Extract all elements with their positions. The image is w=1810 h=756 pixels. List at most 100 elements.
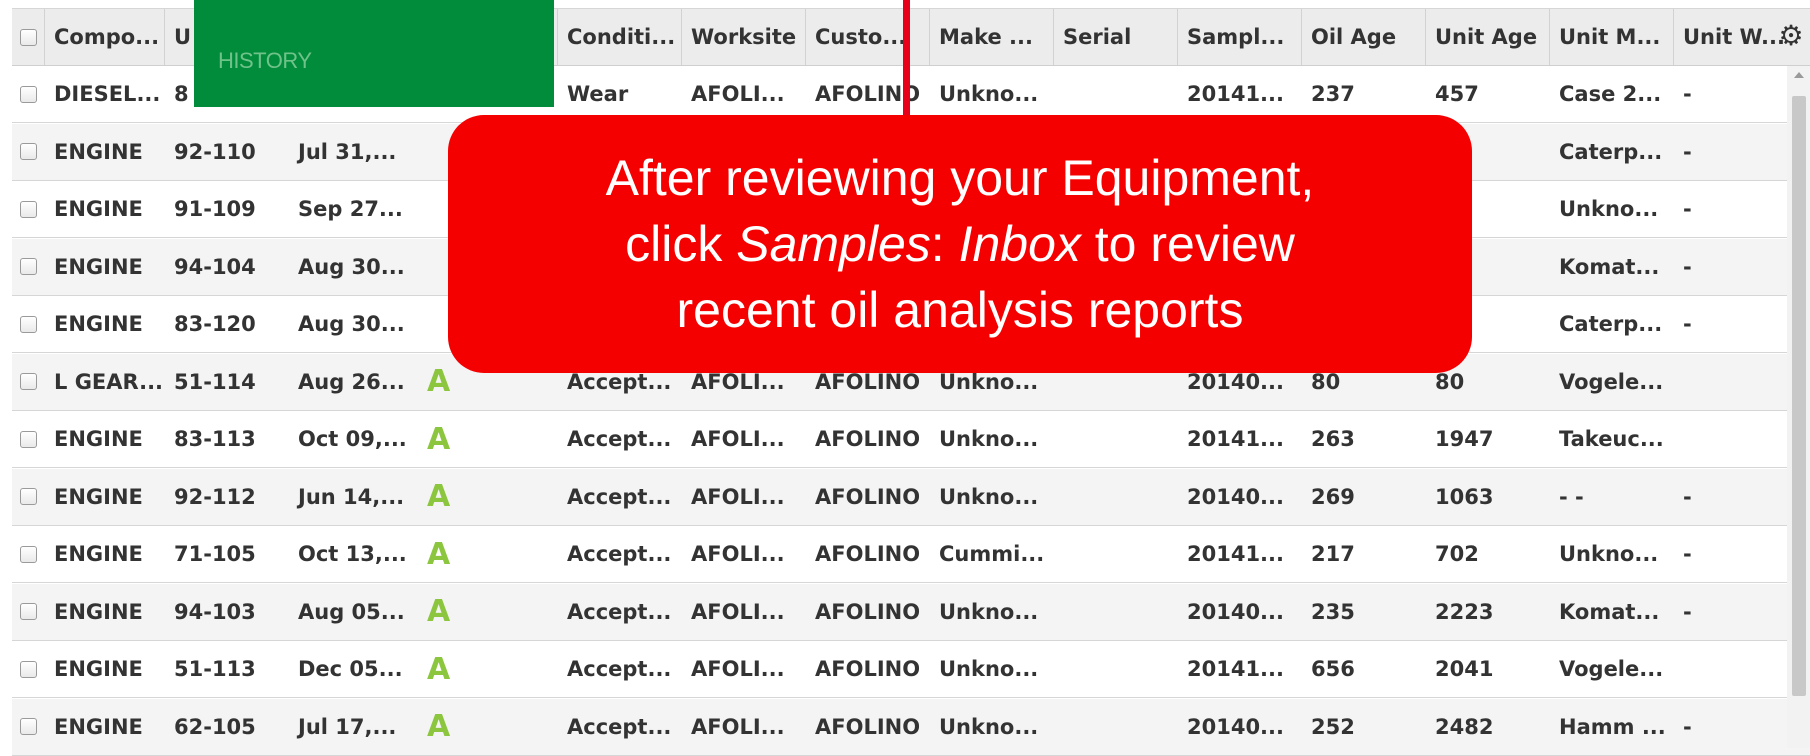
checkbox-icon[interactable] [20, 430, 37, 448]
table-row[interactable]: ENGINE 92-112 Jun 14,... A Accept... AFOLI...… [12, 468, 1810, 526]
gear-icon[interactable]: ⚙ [1778, 22, 1804, 50]
cell-oil-age: 235 [1311, 599, 1355, 624]
cell-sample: 20141... [1187, 82, 1284, 106]
checkbox-icon[interactable] [20, 143, 37, 160]
col-condition[interactable]: Conditi... [558, 9, 682, 65]
cell-date: Oct 09,... [298, 427, 407, 451]
col-component[interactable]: Compo... [45, 9, 165, 65]
checkbox-icon[interactable] [20, 545, 37, 563]
grade-a-icon: A [427, 479, 451, 514]
cell-worksite: AFOLI... [691, 484, 785, 509]
cell-unit-w: - [1683, 714, 1692, 739]
row-select-cell[interactable] [12, 181, 45, 237]
callout-line-1: After reviewing your Equipment, [605, 150, 1315, 206]
checkbox-icon[interactable] [20, 28, 37, 46]
cell-unit-make: Vogele... [1559, 657, 1664, 681]
grade-a-icon: A [427, 421, 451, 457]
col-worksite[interactable]: Worksite [682, 9, 806, 65]
scroll-up-icon[interactable] [1794, 72, 1804, 78]
cell-make: Unkno... [939, 82, 1039, 106]
table-row[interactable]: ENGINE 71-105 Oct 13,... A Accept... AFOLI...… [12, 526, 1810, 583]
cell-unit-age: 2223 [1435, 599, 1494, 624]
cell-unit: 71-105 [174, 542, 256, 566]
history-tab[interactable]: HISTORY [194, 0, 554, 107]
row-select-cell[interactable] [12, 239, 45, 295]
cell-condition: Accept... [567, 657, 672, 681]
scrollbar-thumb[interactable] [1792, 96, 1806, 696]
cell-unit-age: 1947 [1435, 427, 1494, 451]
vertical-scrollbar[interactable] [1787, 66, 1810, 748]
row-select-cell[interactable] [12, 354, 45, 410]
tutorial-callout: After reviewing your Equipment, click Sa… [448, 115, 1472, 373]
col-oil-age[interactable]: Oil Age [1302, 9, 1426, 65]
checkbox-icon[interactable] [20, 718, 37, 735]
checkbox-icon[interactable] [20, 488, 37, 505]
table-row[interactable]: ENGINE 62-105 Jul 17,... A Accept... AFOLI...… [12, 698, 1810, 756]
cell-unit-w: - [1683, 542, 1692, 566]
checkbox-icon[interactable] [20, 315, 37, 333]
col-make[interactable]: Make ... [930, 9, 1054, 65]
row-select-cell[interactable] [12, 526, 45, 582]
cell-oil-age: 269 [1311, 484, 1355, 509]
cell-component: DIESEL... [54, 82, 161, 106]
cell-component: ENGINE [54, 599, 143, 624]
checkbox-icon[interactable] [20, 85, 37, 103]
cell-date: Aug 30... [298, 312, 405, 336]
row-select-cell[interactable] [12, 296, 45, 352]
cell-unit-make: Caterp... [1559, 139, 1663, 164]
checkbox-icon[interactable] [20, 603, 37, 620]
cell-unit: 51-113 [174, 657, 256, 681]
checkbox-icon[interactable] [20, 200, 37, 218]
cell-condition: Wear [567, 82, 629, 106]
cell-unit: 94-104 [174, 254, 256, 279]
cell-customer: AFOLINO [815, 82, 921, 106]
cell-date: Oct 13,... [298, 542, 407, 566]
cell-unit-age: 702 [1435, 542, 1479, 566]
row-select-cell[interactable] [12, 124, 45, 180]
row-select-cell[interactable] [12, 66, 45, 122]
row-select-cell[interactable] [12, 641, 45, 697]
inbox-emphasis: Inbox [958, 216, 1081, 272]
col-sample[interactable]: Sampl... [1178, 9, 1302, 65]
history-tab-label: HISTORY [218, 48, 312, 73]
table-row[interactable]: ENGINE 51-113 Dec 05... A Accept... AFOLI... A… [12, 641, 1810, 698]
cell-customer: AFOLINO [815, 714, 921, 739]
checkbox-icon[interactable] [20, 660, 37, 678]
row-select-cell[interactable] [12, 411, 45, 467]
callout-line-2: click Samples: Inbox to review [625, 216, 1295, 272]
row-select-cell[interactable] [12, 699, 45, 755]
cell-unit-w: - [1683, 139, 1692, 164]
grade-a-icon: A [427, 594, 451, 629]
cell-unit-age: 2041 [1435, 657, 1494, 681]
cell-sample: 20141... [1187, 427, 1284, 451]
row-select-cell[interactable] [12, 469, 45, 525]
cell-unit-age: 2482 [1435, 714, 1494, 739]
cell-date: Aug 30... [298, 254, 405, 279]
col-unit-make[interactable]: Unit M... [1550, 9, 1674, 65]
cell-unit-make: Unkno... [1559, 197, 1659, 221]
cell-make: Unkno... [939, 599, 1039, 624]
table-row[interactable]: ENGINE 83-113 Oct 09,... A Accept... AFOLI...… [12, 411, 1810, 468]
checkbox-icon[interactable] [20, 258, 37, 275]
cell-unit-w [1674, 411, 1798, 467]
cell-condition: Accept... [567, 427, 672, 451]
cell-unit-make: Vogele... [1559, 369, 1664, 394]
cell-component: ENGINE [54, 657, 143, 681]
cell-unit-make: Hamm ... [1559, 714, 1666, 739]
cell-unit: 92-110 [174, 139, 256, 164]
row-select-cell[interactable] [12, 584, 45, 640]
cell-date: Jul 17,... [298, 714, 397, 739]
cell-unit-make: Case 2... [1559, 82, 1662, 106]
cell-customer: AFOLINO [815, 542, 921, 566]
col-serial[interactable]: Serial [1054, 9, 1178, 65]
cell-customer: AFOLINO [815, 657, 921, 681]
checkbox-icon[interactable] [20, 373, 37, 390]
col-unit-age[interactable]: Unit Age [1426, 9, 1550, 65]
table-row[interactable]: ENGINE 94-103 Aug 05... A Accept... AFOLI... A… [12, 583, 1810, 641]
col-customer[interactable]: Custo... [806, 9, 930, 65]
cell-condition: Accept... [567, 484, 672, 509]
select-all-checkbox[interactable] [12, 9, 45, 65]
cell-make: Unkno... [939, 657, 1039, 681]
cell-unit: 83-113 [174, 427, 256, 451]
cell-unit-make: Komat... [1559, 599, 1660, 624]
